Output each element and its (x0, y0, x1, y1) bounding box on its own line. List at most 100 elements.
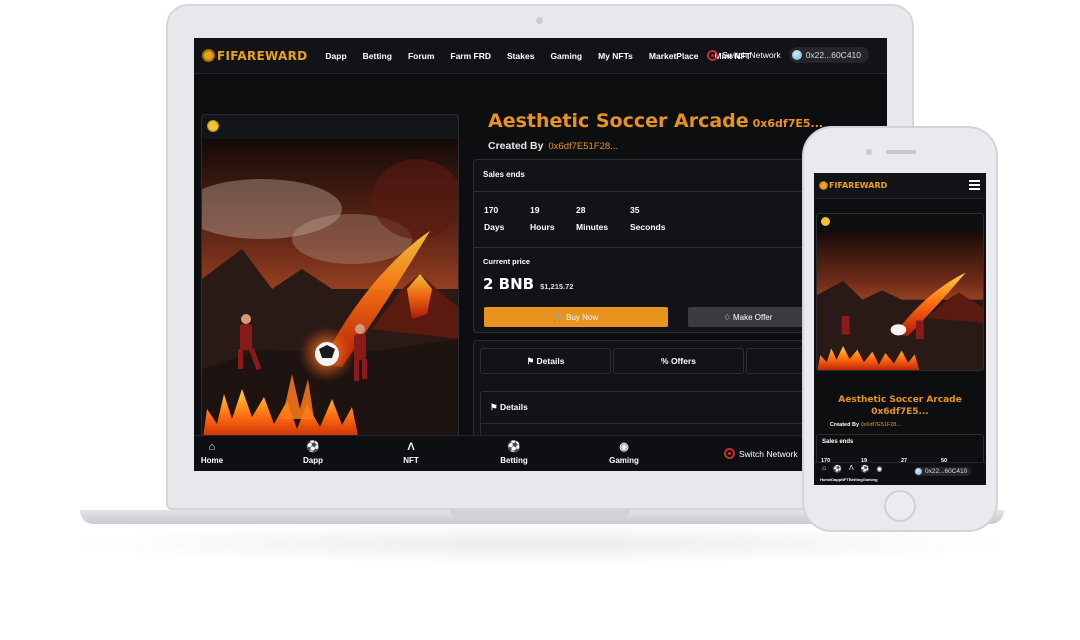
phone-camera (866, 149, 872, 155)
countdown-minutes-value: 28 (576, 205, 586, 215)
network-icon (707, 49, 719, 61)
wallet-address: 0x22...60C410 (805, 50, 861, 60)
bottom-nav-gaming-label: Gaming (609, 456, 639, 465)
mobile-gamepad-icon[interactable]: ◉ (876, 465, 882, 473)
bottom-switch-network-button[interactable]: Switch Network (724, 448, 798, 459)
mobile-nft-title-text: Aesthetic Soccer Arcade (838, 395, 962, 405)
desktop-screen: FIFAREWARD Dapp Betting Forum Farm FRD S… (194, 38, 887, 471)
tab-offers-label: Offers (670, 356, 696, 366)
bottom-navbar: ⌂ Home ⚽ Dapp Λ NFT ⚽ Betting ◉ Gaming Switch… (194, 435, 887, 471)
wallet-button[interactable]: 0x22...60C410 (788, 47, 869, 63)
mobile-nft-image-card (816, 213, 984, 371)
bottom-nav-betting-label: Betting (500, 456, 528, 465)
nav-link-farm[interactable]: Farm FRD (450, 51, 491, 61)
chain-badge-icon (207, 120, 219, 132)
nav-link-my-nfts[interactable]: My NFTs (598, 51, 633, 61)
mobile-screen: FIFAREWARD Aesthetic Soccer Arcade 0x6df… (814, 173, 986, 485)
nft-artwork-image (202, 139, 458, 443)
bottom-nav-gaming[interactable]: ◉ Gaming (594, 440, 654, 465)
mobile-sales-ends-label: Sales ends (822, 439, 854, 445)
mobile-nft-title-address: 0x6df7E5... (871, 407, 929, 417)
mobile-nft-artwork-image (817, 230, 983, 370)
laptop-camera (536, 17, 543, 24)
mobile-created-by: Created By 0x6df7E51F28... (830, 422, 901, 428)
nav-link-betting[interactable]: Betting (363, 51, 392, 61)
mobile-chain-badge-icon (821, 217, 830, 226)
price-value: 2 BNB (483, 275, 535, 293)
switch-network-button[interactable]: Switch Network (707, 49, 781, 61)
creator-address-link[interactable]: 0x6df7E51F28... (548, 141, 618, 152)
nft-icon: Λ (407, 441, 415, 453)
nft-card-header (202, 115, 458, 139)
bottom-network-icon (724, 448, 735, 459)
countdown-minutes-unit: Minutes (576, 222, 609, 232)
bottom-nav-dapp-label: Dapp (303, 456, 323, 465)
buy-now-label: Buy Now (566, 312, 599, 322)
phone-home-button (884, 490, 916, 522)
countdown-minutes: 28 Minutes (576, 202, 630, 236)
buy-now-button[interactable]: 🛒 Buy Now (484, 307, 668, 327)
mobile-dapp-icon[interactable]: ⚽ (833, 465, 842, 473)
nft-title: Aesthetic Soccer Arcade 0x6df7E5... (488, 110, 823, 132)
nav-link-gaming[interactable]: Gaming (550, 51, 582, 61)
gamepad-icon: ◉ (619, 441, 629, 453)
wallet-avatar-icon (791, 50, 802, 60)
mobile-bottom-icons: ⌂ ⚽ Λ ⚽ ◉ (822, 465, 889, 473)
mobile-logo-text[interactable]: FIFAREWARD (829, 181, 887, 190)
betting-icon: ⚽ (507, 441, 521, 453)
nav-links: Dapp Betting Forum Farm FRD Stakes Gamin… (325, 51, 766, 61)
dapp-icon: ⚽ (306, 441, 320, 453)
created-by-label: Created By (488, 140, 544, 152)
nav-link-forum[interactable]: Forum (408, 51, 434, 61)
mobile-navbar: FIFAREWARD (814, 173, 986, 199)
bottom-nav-betting[interactable]: ⚽ Betting (484, 440, 544, 465)
bottom-nav-nft[interactable]: Λ NFT (381, 440, 441, 465)
details-tag-icon: ⚑ (490, 402, 500, 412)
countdown-days-value: 170 (484, 205, 499, 215)
bottom-nav-nft-label: NFT (403, 456, 419, 465)
tab-offers[interactable]: % Offers (613, 348, 744, 374)
mobile-nft-icon[interactable]: Λ (849, 465, 854, 473)
nft-image-card (201, 114, 459, 444)
nav-right: Switch Network 0x22...60C410 (707, 47, 869, 63)
phone-speaker (886, 150, 916, 154)
nft-title-address: 0x6df7E5... (752, 117, 824, 130)
mobile-creator-address-link[interactable]: 0x6df7E51F28... (861, 422, 901, 428)
mobile-logo-coin-icon (819, 181, 828, 190)
mobile-bottom-navbar: ⌂ ⚽ Λ ⚽ ◉ HomeDappNFTBettingGaming 0x22.… (814, 462, 986, 485)
bottom-nav-home[interactable]: ⌂ Home (194, 440, 242, 465)
logo-coin-icon (202, 49, 215, 62)
countdown-hours: 19 Hours (530, 202, 576, 236)
bottom-switch-network-label: Switch Network (739, 448, 798, 459)
switch-network-label: Switch Network (722, 50, 781, 60)
mobile-wallet-avatar-icon (915, 468, 922, 475)
laptop-notch (450, 510, 630, 517)
nav-link-dapp[interactable]: Dapp (325, 51, 346, 61)
tab-details[interactable]: ⚑ Details (480, 348, 611, 374)
created-by: Created By 0x6df7E51F28... (488, 140, 618, 152)
make-offer-label: Make Offer (732, 312, 773, 322)
mobile-nft-title: Aesthetic Soccer Arcade 0x6df7E5... (814, 394, 986, 418)
nav-link-stakes[interactable]: Stakes (507, 51, 534, 61)
nav-link-marketplace[interactable]: MarketPlace (649, 51, 699, 61)
countdown-seconds-unit: Seconds (630, 222, 666, 232)
nft-title-text: Aesthetic Soccer Arcade (488, 110, 749, 132)
offer-icon: ♢ (723, 312, 733, 322)
mobile-wallet-button[interactable]: 0x22...60C410 (914, 467, 972, 476)
home-icon: ⌂ (208, 441, 216, 453)
countdown-seconds-value: 35 (630, 205, 640, 215)
countdown-hours-value: 19 (530, 205, 540, 215)
cart-icon: 🛒 (553, 312, 567, 322)
mobile-betting-icon[interactable]: ⚽ (861, 465, 870, 473)
hamburger-menu-icon[interactable] (969, 180, 980, 192)
countdown-days-unit: Days (484, 222, 505, 232)
mobile-home-icon[interactable]: ⌂ (822, 465, 826, 473)
countdown-hours-unit: Hours (530, 222, 555, 232)
mobile-created-by-label: Created By (830, 422, 860, 428)
logo[interactable]: FIFAREWARD (202, 49, 307, 63)
mobile-wallet-address: 0x22...60C410 (925, 468, 968, 475)
logo-text: FIFAREWARD (217, 48, 308, 63)
bottom-nav-dapp[interactable]: ⚽ Dapp (283, 440, 343, 465)
countdown-timer: 170 Days 19 Hours 28 Minutes 35 Seconds (484, 202, 676, 236)
percent-icon: % (661, 356, 671, 366)
